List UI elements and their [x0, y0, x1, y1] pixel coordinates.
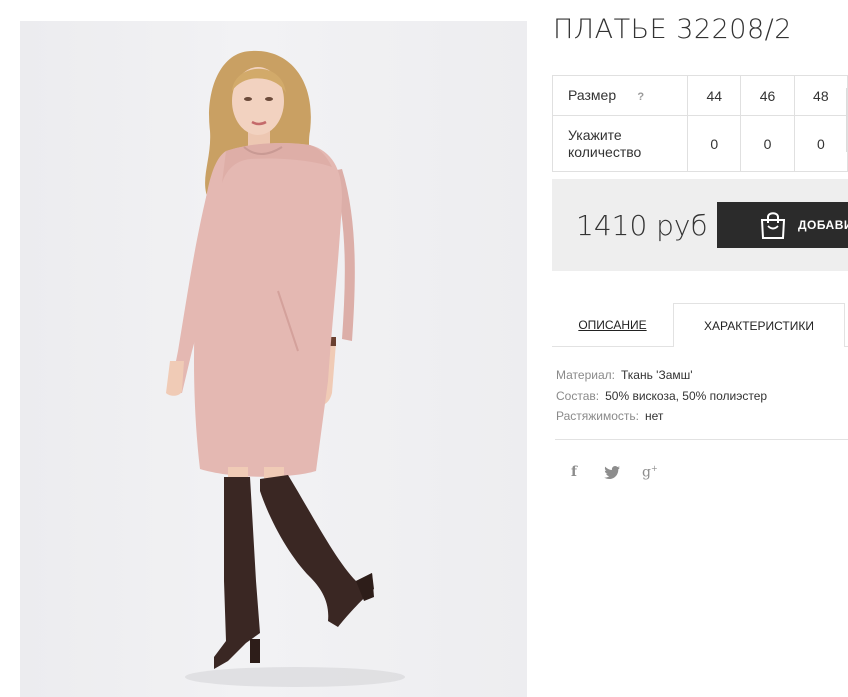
spec-key: Растяжимость: [556, 409, 640, 423]
product-title: ПЛАТЬЕ 32208/2 [553, 14, 792, 45]
tab-description[interactable]: ОПИСАНИЕ [552, 303, 673, 347]
quantity-input-46[interactable]: 0 [740, 115, 795, 172]
twitter-icon[interactable] [604, 466, 620, 482]
spec-value: Ткань 'Замш' [620, 368, 693, 382]
spec-row-material: Материал: Ткань 'Замш' [556, 365, 767, 386]
spec-row-composition: Состав: 50% вискоза, 50% полиэстер [556, 386, 767, 407]
size-46: 46 [740, 75, 795, 116]
size-row: Размер ? 44 46 48 [551, 75, 848, 116]
shopping-bag-icon [760, 212, 786, 239]
price-panel: 1410 руб ДОБАВИТЬ [552, 179, 848, 271]
spec-value: нет [645, 409, 664, 423]
size-help-icon[interactable]: ? [637, 89, 644, 106]
specs-list: Материал: Ткань 'Замш' Состав: 50% вискоза… [556, 365, 767, 427]
product-image[interactable] [20, 21, 527, 697]
size-label-cell: Размер ? [551, 75, 689, 116]
size-label: Размер [568, 87, 617, 103]
spec-key: Состав: [556, 388, 600, 403]
quantity-label: Укажите количество [551, 115, 689, 172]
quantity-input-48[interactable]: 0 [793, 115, 848, 172]
size-48: 48 [793, 75, 848, 116]
size-table: Размер ? 44 46 48 Укажите количество 0 0… [551, 75, 848, 172]
twitter-bird-glyph [604, 466, 620, 479]
specs-divider [555, 439, 848, 440]
quantity-input-44[interactable]: 0 [687, 115, 742, 172]
tab-characteristics[interactable]: ХАРАКТЕРИСТИКИ [673, 303, 845, 347]
google-plus-icon[interactable]: g+ [642, 464, 658, 481]
model-illustration [166, 50, 405, 687]
quantity-row: Укажите количество 0 0 0 [551, 115, 848, 172]
spec-key: Материал: [556, 368, 615, 382]
spec-value: 50% вискоза, 50% полиэстер [605, 388, 768, 403]
spec-row-stretch: Растяжимость: нет [556, 406, 767, 427]
size-44: 44 [687, 75, 742, 116]
facebook-icon[interactable]: f [571, 464, 577, 480]
add-to-cart-button[interactable]: ДОБАВИТЬ [717, 202, 848, 248]
edge-divider [846, 88, 847, 152]
price: 1410 руб [576, 209, 708, 242]
add-to-cart-label: ДОБАВИТЬ [798, 218, 848, 232]
